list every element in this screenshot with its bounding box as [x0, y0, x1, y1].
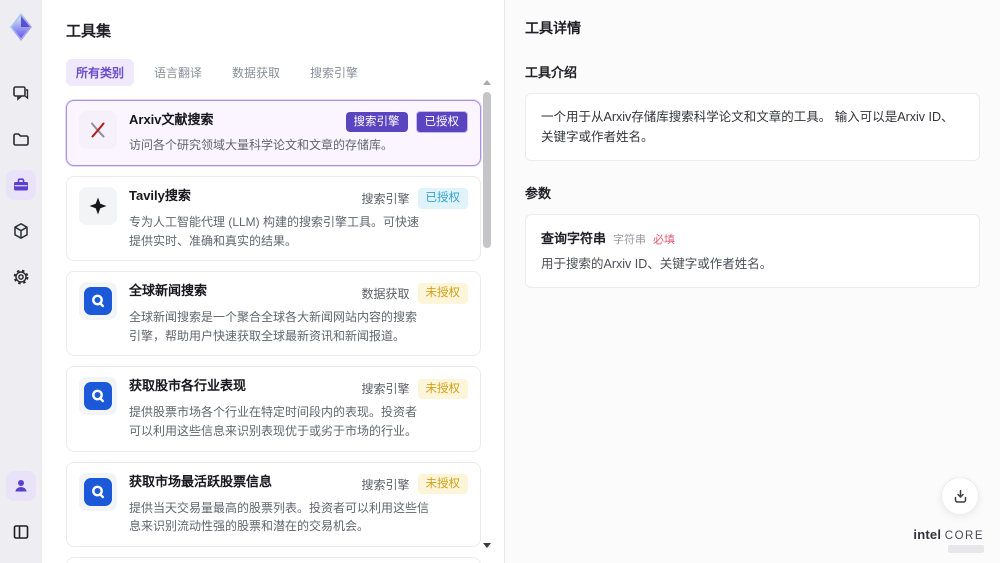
tab-all-categories[interactable]: 所有类别	[66, 59, 135, 86]
arxiv-x-icon	[79, 111, 117, 149]
intel-core-logo: intel CORE	[913, 527, 984, 553]
tab-language-translation[interactable]: 语言翻译	[144, 59, 212, 86]
tool-card-most-active-stocks[interactable]: 获取市场最活跃股票信息 搜索引擎 未授权 提供当天交易量最高的股票列表。投资者可…	[66, 461, 481, 547]
blue-q-icon	[79, 377, 117, 416]
sparkle-star-icon	[79, 186, 117, 225]
auth-status-badge: 未授权	[417, 378, 468, 400]
tool-name: 获取市场最活跃股票信息	[129, 473, 273, 489]
scrollbar-down-arrow-icon[interactable]	[483, 543, 491, 548]
left-rail	[0, 0, 42, 563]
category-label: 搜索引擎	[361, 477, 410, 492]
tool-card-sector-performance[interactable]: 获取股市各行业表现 搜索引擎 未授权 提供股票市场各个行业在特定时间段内的表现。…	[66, 366, 481, 452]
detail-title: 工具详情	[525, 20, 581, 36]
tab-data-acquisition[interactable]: 数据获取	[222, 59, 290, 86]
page-title: 工具集	[66, 23, 112, 40]
tool-card-regional-news[interactable]: 万维地区新闻查询 搜索引擎 未授权 查询具体行政区划内的新闻，快速了解各地新闻动	[66, 556, 481, 563]
tool-name: Arxiv文献搜索	[129, 112, 214, 127]
category-label: 搜索引擎	[361, 191, 410, 206]
tab-search-engine[interactable]: 搜索引擎	[300, 59, 368, 86]
tool-description: 提供当天交易量最高的股票列表。投资者可以利用这些信息来识别流动性强的股票和潜在的…	[129, 500, 430, 534]
tool-name: Tavily搜索	[129, 187, 191, 203]
user-avatar-icon[interactable]	[6, 471, 36, 501]
param-box: 查询字符串 字符串 必填 用于搜索的Arxiv ID、关键字或作者姓名。	[525, 214, 980, 288]
intel-logo-watermark	[948, 545, 984, 553]
category-label: 搜索引擎	[361, 382, 410, 397]
param-type: 字符串	[613, 234, 647, 246]
nav-chat-icon[interactable]	[6, 78, 36, 108]
tool-card-arxiv[interactable]: Arxiv文献搜索 搜索引擎 已授权 访问各个研究领域大量科学论文和文章的存储库…	[66, 100, 481, 166]
nav-toolbox-icon[interactable]	[6, 170, 36, 200]
tool-description: 专为人工智能代理 (LLM) 构建的搜索引擎工具。可快速提供实时、准确和真实的结…	[129, 214, 420, 248]
list-scrollbar[interactable]	[483, 80, 491, 552]
category-badge: 搜索引擎	[345, 112, 408, 133]
auth-status-badge: 已授权	[417, 188, 468, 209]
tool-description: 访问各个研究领域大量科学论文和文章的存储库。	[129, 138, 394, 153]
blue-q-icon	[79, 282, 117, 321]
intel-wordmark: intel	[913, 527, 942, 542]
category-label: 数据获取	[361, 287, 410, 302]
tool-description: 提供股票市场各个行业在特定时间段内的表现。投资者可以利用这些信息来识别表现优于或…	[129, 405, 418, 438]
scrollbar-thumb[interactable]	[483, 92, 491, 248]
category-tabs: 所有类别 语言翻译 数据获取 搜索引擎	[66, 59, 480, 86]
app-logo-icon	[4, 10, 38, 44]
tool-card-list: Arxiv文献搜索 搜索引擎 已授权 访问各个研究领域大量科学论文和文章的存储库…	[66, 100, 481, 563]
nav-folder-icon[interactable]	[6, 124, 36, 154]
tool-description: 全球新闻搜索是一个聚合全球各大新闻网站内容的搜索引擎，帮助用户快速获取全球最新资…	[129, 310, 418, 343]
core-wordmark: CORE	[944, 530, 984, 542]
tool-name: 全球新闻搜索	[129, 283, 208, 299]
intro-heading: 工具介绍	[525, 65, 578, 80]
blue-q-icon	[79, 472, 117, 511]
collapse-panel-icon[interactable]	[6, 517, 36, 547]
download-button[interactable]	[941, 477, 979, 515]
nav-settings-gear-icon[interactable]	[6, 262, 36, 292]
tool-detail-panel: 工具详情 工具介绍 一个用于从Arxiv存储库搜索科学论文和文章的工具。 输入可…	[505, 0, 1000, 563]
auth-status-badge: 已授权	[415, 111, 468, 134]
param-description: 用于搜索的Arxiv ID、关键字或作者姓名。	[541, 257, 773, 271]
param-name: 查询字符串	[541, 231, 607, 246]
auth-status-badge: 未授权	[417, 473, 468, 495]
intro-text: 一个用于从Arxiv存储库搜索科学论文和文章的工具。 输入可以是Arxiv ID…	[541, 110, 954, 144]
nav-cube-icon[interactable]	[6, 216, 36, 246]
tool-list-panel: 工具集 所有类别 语言翻译 数据获取 搜索引擎 Arxiv文献搜索 搜索引擎 已…	[42, 0, 505, 563]
params-heading: 参数	[525, 186, 552, 201]
auth-status-badge: 未授权	[417, 283, 468, 304]
param-required-badge: 必填	[653, 234, 676, 246]
scrollbar-up-arrow-icon[interactable]	[483, 80, 491, 85]
intro-box: 一个用于从Arxiv存储库搜索科学论文和文章的工具。 输入可以是Arxiv ID…	[525, 93, 980, 161]
tool-name: 获取股市各行业表现	[129, 378, 247, 394]
app-window: 工具集 所有类别 语言翻译 数据获取 搜索引擎 Arxiv文献搜索 搜索引擎 已…	[0, 0, 1000, 563]
tool-card-global-news[interactable]: 全球新闻搜索 数据获取 未授权 全球新闻搜索是一个聚合全球各大新闻网站内容的搜索…	[66, 271, 481, 357]
tool-card-tavily[interactable]: Tavily搜索 搜索引擎 已授权 专为人工智能代理 (LLM) 构建的搜索引擎…	[66, 175, 481, 262]
